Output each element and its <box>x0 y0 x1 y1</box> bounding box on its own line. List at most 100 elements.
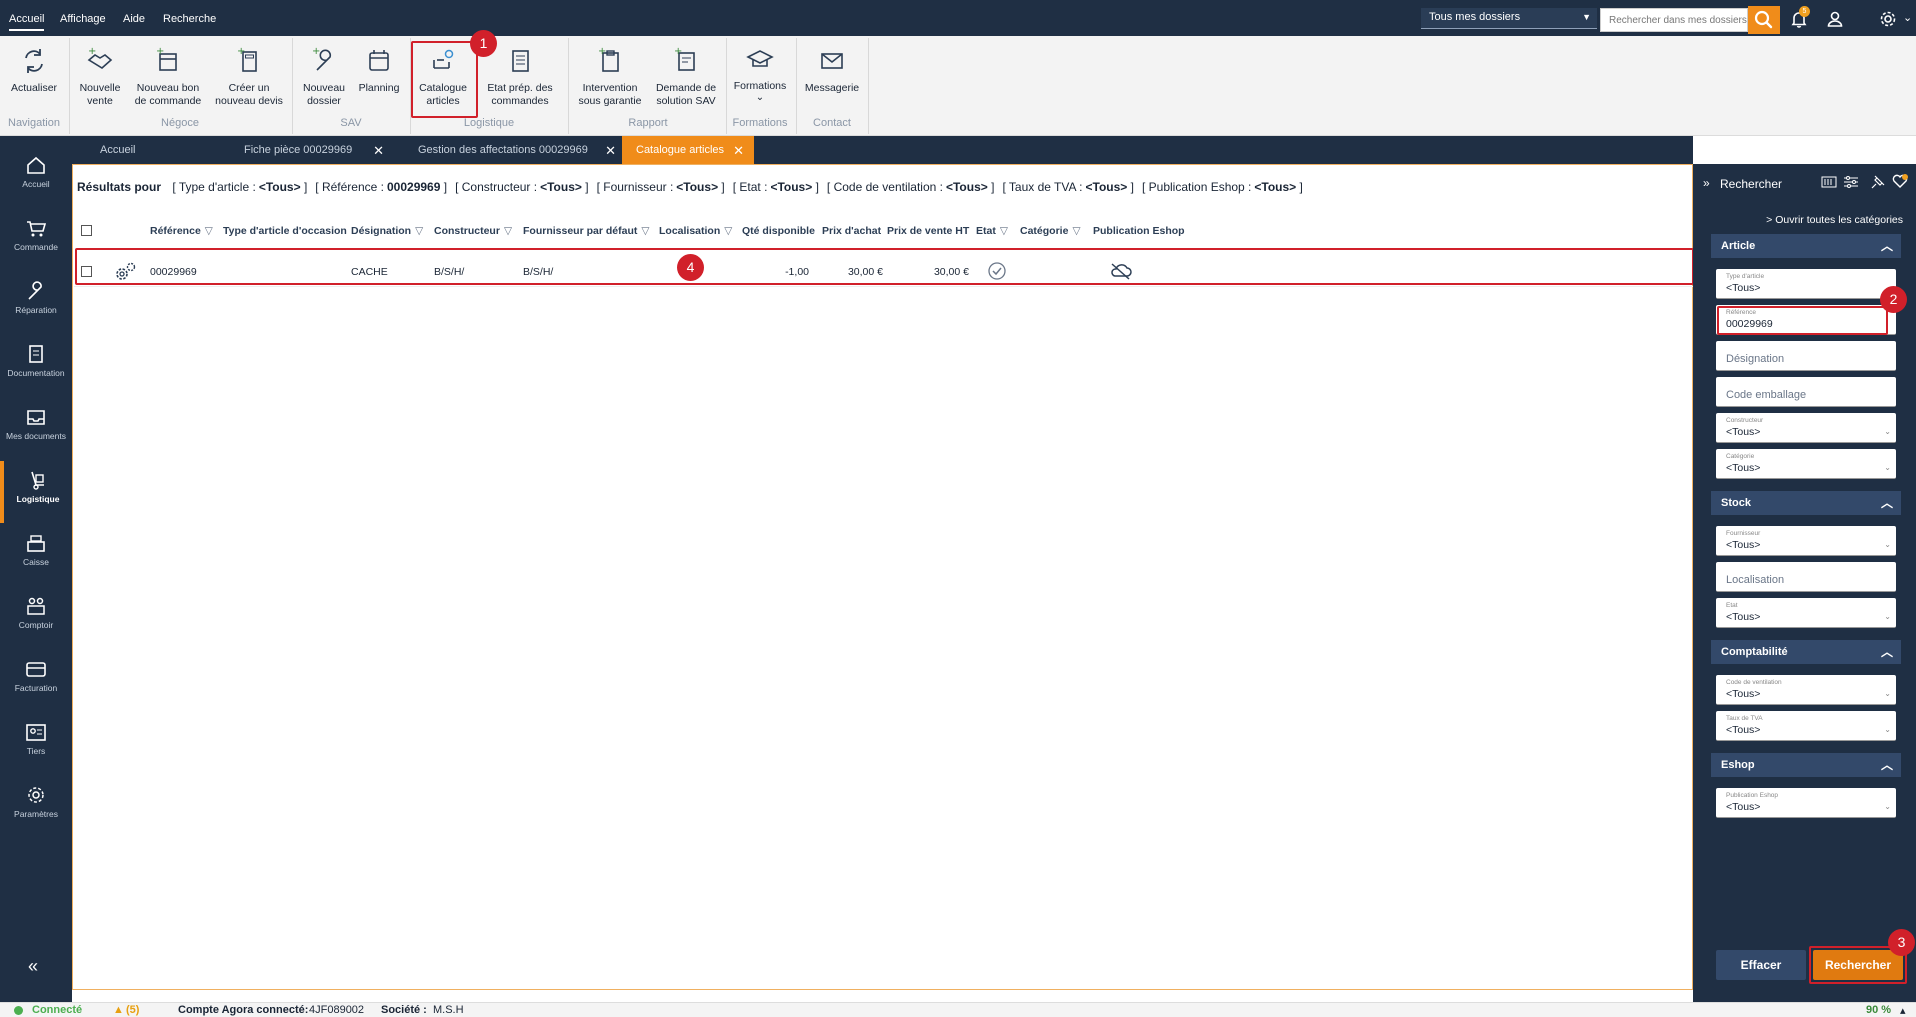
double-chevron-right-icon[interactable]: » <box>1703 176 1710 190</box>
calendar-icon <box>369 50 389 71</box>
section-header-stock[interactable]: Stock ︿ <box>1711 491 1901 515</box>
filter-icon[interactable]: ▽ <box>415 225 423 237</box>
column-header-localisation[interactable]: Localisation ▽ <box>659 225 732 237</box>
code-ventilation-select[interactable]: Code de ventilation <Tous> ⌄ <box>1716 675 1896 705</box>
column-header-eshop[interactable]: Publication Eshop <box>1093 225 1185 237</box>
localisation-field[interactable]: Localisation <box>1716 562 1896 592</box>
warning-icon[interactable]: ▲ <box>113 1004 124 1016</box>
tab-catalogue-articles[interactable]: Catalogue articles ✕ <box>622 136 754 164</box>
creer-devis-button[interactable]: + Créer un nouveau devis <box>212 46 286 108</box>
menu-recherche[interactable]: Recherche <box>163 13 216 25</box>
column-header-prix-vente[interactable]: Prix de vente HT <box>887 225 969 237</box>
zoom-level[interactable]: 90 % <box>1866 1004 1891 1016</box>
close-icon[interactable]: ✕ <box>373 143 384 159</box>
nouveau-bon-button[interactable]: + Nouveau bon de commande <box>130 46 206 108</box>
tab-accueil[interactable]: Accueil <box>100 136 140 164</box>
barcode-icon[interactable] <box>1821 175 1837 192</box>
fournisseur-select[interactable]: Fournisseur <Tous> ⌄ <box>1716 526 1896 556</box>
column-header-constructeur[interactable]: Constructeur ▽ <box>434 225 512 237</box>
messagerie-button[interactable]: Messagerie <box>800 46 864 95</box>
connection-status: Connecté <box>32 1004 83 1016</box>
section-header-article[interactable]: Article ︿ <box>1711 234 1901 258</box>
intervention-button[interactable]: + Intervention sous garantie <box>574 46 646 108</box>
etat-select[interactable]: Etat <Tous> ⌄ <box>1716 598 1896 628</box>
search-button[interactable] <box>1748 6 1780 34</box>
filter-icon[interactable]: ▽ <box>1072 225 1080 237</box>
column-header-prix-achat[interactable]: Prix d'achat <box>822 225 881 237</box>
menu-accueil[interactable]: Accueil <box>9 13 45 31</box>
handshake-icon: + <box>87 46 113 69</box>
filter-icon[interactable]: ▽ <box>205 225 213 237</box>
etat-prep-button[interactable]: Etat prép. des commandes <box>480 46 560 108</box>
sidebar-item-caisse[interactable]: Caisse <box>0 524 72 586</box>
filter-icon[interactable]: ▽ <box>724 225 732 237</box>
global-search-input[interactable]: Rechercher dans mes dossiers <box>1600 8 1748 32</box>
sidebar-item-comptoir[interactable]: Comptoir <box>0 587 72 649</box>
column-header-qte[interactable]: Qté disponible <box>742 225 815 237</box>
close-icon[interactable]: ✕ <box>605 143 616 159</box>
nouveau-dossier-button[interactable]: + Nouveau dossier <box>298 46 350 108</box>
column-header-fournisseur[interactable]: Fournisseur par défaut ▽ <box>523 225 649 237</box>
sidebar-item-reparation[interactable]: Réparation <box>0 272 72 334</box>
categorie-select[interactable]: Catégorie <Tous> ⌄ <box>1716 449 1896 479</box>
notification-count-badge: 5 <box>1799 6 1810 17</box>
svg-text:+: + <box>237 46 245 57</box>
actualiser-button[interactable]: Actualiser <box>6 46 62 95</box>
menu-affichage[interactable]: Affichage <box>60 13 106 25</box>
sidebar-item-label: Accueil <box>22 179 50 189</box>
sidebar-item-label: Tiers <box>26 746 46 756</box>
column-header-etat[interactable]: Etat ▽ <box>976 225 1008 237</box>
warning-count[interactable]: (5) <box>126 1004 139 1016</box>
sidebar-item-accueil[interactable]: Accueil <box>0 146 72 208</box>
publication-eshop-select[interactable]: Publication Eshop <Tous> ⌄ <box>1716 788 1896 818</box>
wrench-icon: + <box>312 46 332 71</box>
menu-aide[interactable]: Aide <box>123 13 145 25</box>
chevron-down-icon[interactable]: ⌄ <box>1903 11 1912 24</box>
code-emballage-field[interactable]: Code emballage <box>1716 377 1896 407</box>
constructeur-select[interactable]: Constructeur <Tous> ⌄ <box>1716 413 1896 443</box>
type-article-select[interactable]: Type d'article <Tous> <box>1716 269 1896 299</box>
section-header-eshop[interactable]: Eshop ︿ <box>1711 753 1901 777</box>
filter-icon[interactable]: ▽ <box>1000 225 1008 237</box>
nouvelle-vente-button[interactable]: + Nouvelle vente <box>74 46 126 108</box>
select-all-checkbox[interactable] <box>81 225 92 236</box>
dossier-select[interactable]: Tous mes dossiers ▼ <box>1421 8 1597 29</box>
sliders-icon[interactable] <box>1843 175 1859 192</box>
close-icon[interactable]: ✕ <box>733 143 744 159</box>
results-panel: Résultats pour [ Type d'article : <Tous> … <box>72 164 1694 990</box>
tab-gestion-affectations[interactable]: Gestion des affectations 00029969 ✕ <box>418 136 616 164</box>
formations-button[interactable]: Formations ⌄ <box>730 46 790 104</box>
open-all-categories-link[interactable]: > Ouvrir toutes les catégories <box>1693 214 1903 226</box>
section-header-comptabilite[interactable]: Comptabilité ︿ <box>1711 640 1901 664</box>
column-header-categorie[interactable]: Catégorie ▽ <box>1020 225 1081 237</box>
column-header-designation[interactable]: Désignation ▽ <box>351 225 423 237</box>
filter-icon[interactable]: ▽ <box>641 225 649 237</box>
designation-field[interactable]: Désignation <box>1716 341 1896 371</box>
sidebar-item-tiers[interactable]: Tiers <box>0 713 72 775</box>
tab-fiche-piece[interactable]: Fiche pièce 00029969 ✕ <box>244 136 384 164</box>
collapse-sidebar-icon[interactable]: « <box>28 956 38 977</box>
etat-prep-label: Etat prép. des commandes <box>487 82 553 107</box>
demande-sav-button[interactable]: + Demande de solution SAV <box>650 46 722 108</box>
column-header-type-occasion[interactable]: Type d'article d'occasion <box>223 225 347 237</box>
taux-tva-select[interactable]: Taux de TVA <Tous> ⌄ <box>1716 711 1896 741</box>
planning-button[interactable]: Planning <box>354 46 404 95</box>
settings-button[interactable] <box>1878 9 1898 29</box>
field-label: Etat <box>1726 602 1738 609</box>
filter-icon[interactable]: ▽ <box>504 225 512 237</box>
sidebar-item-logistique[interactable]: Logistique <box>0 461 72 523</box>
column-header-reference[interactable]: Référence ▽ <box>150 225 213 237</box>
effacer-button[interactable]: Effacer <box>1716 950 1806 980</box>
column-label: Catégorie <box>1020 225 1069 237</box>
sidebar-item-documentation[interactable]: Documentation <box>0 335 72 397</box>
chevron-up-icon[interactable]: ▴ <box>1900 1004 1906 1017</box>
sidebar-item-facturation[interactable]: Facturation <box>0 650 72 712</box>
field-value: <Tous> <box>1726 688 1761 700</box>
sidebar-item-parametres[interactable]: Paramètres <box>0 776 72 838</box>
sidebar-item-label: Mes documents <box>6 431 66 441</box>
sidebar-item-commande[interactable]: Commande <box>0 209 72 271</box>
sidebar-item-mes-documents[interactable]: Mes documents <box>0 398 72 460</box>
pin-icon[interactable] <box>1871 175 1885 192</box>
heart-icon[interactable] <box>1892 174 1908 192</box>
user-button[interactable] <box>1825 9 1845 29</box>
